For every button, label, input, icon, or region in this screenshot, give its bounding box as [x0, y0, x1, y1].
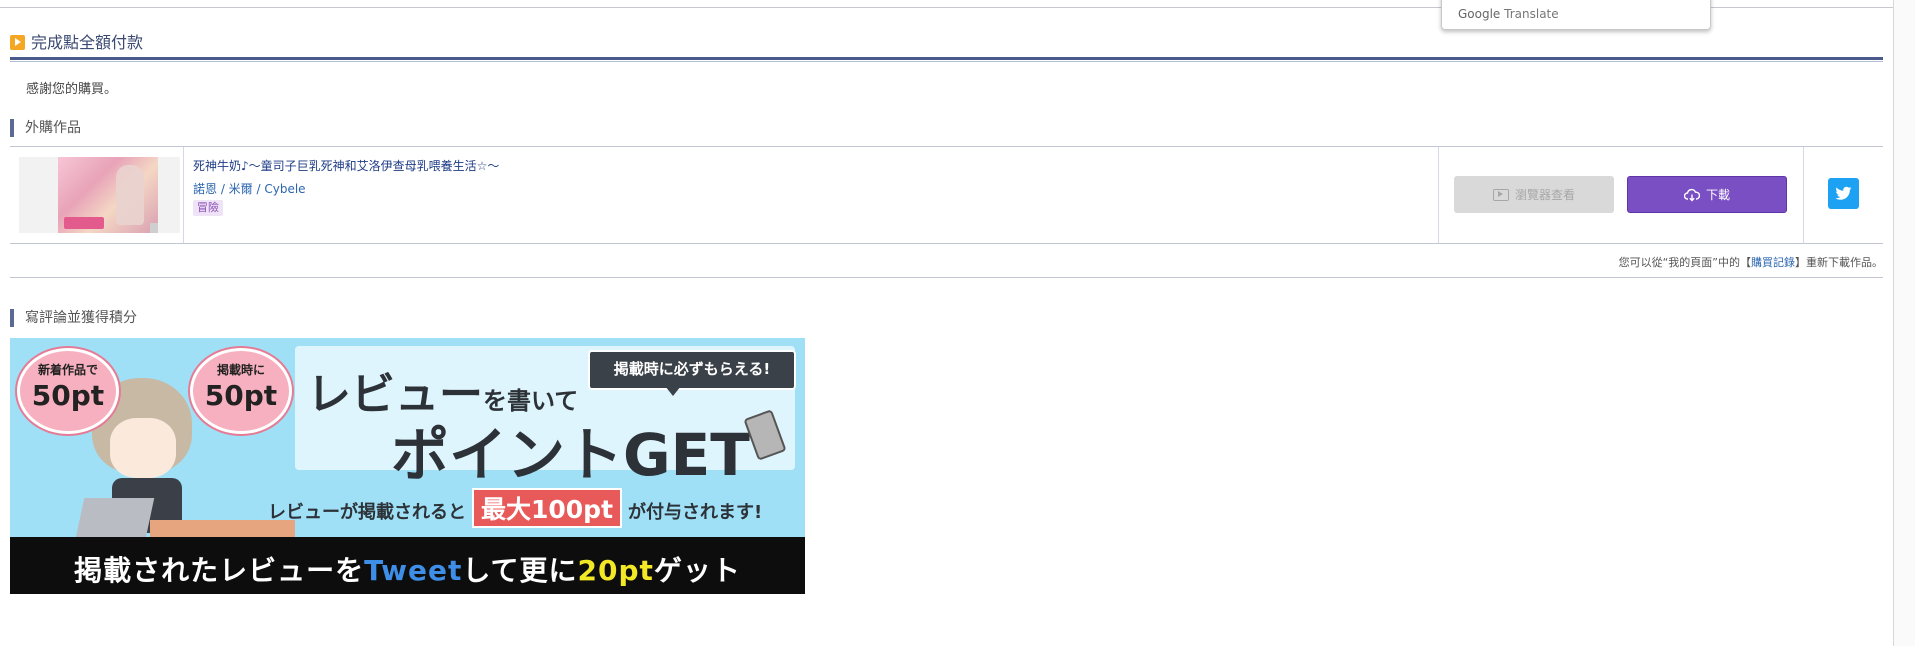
publish-bubble: 掲載時に 50pt [190, 348, 292, 434]
google-translate-popup[interactable]: Google Translate [1441, 0, 1711, 30]
tweet-points: 20pt [577, 554, 654, 587]
work-cover-image[interactable] [58, 157, 158, 233]
tweet-prefix: 掲載されたレビューを [74, 554, 365, 587]
tweet-bonus-line: 掲載されたレビューをTweetして更に20ptゲット [10, 549, 805, 589]
cover-corner [150, 223, 158, 233]
callout-bubble: 掲載時に必ずもらえる! [588, 350, 796, 390]
note-prefix: 您可以從“我的頁面”中的【 [1618, 256, 1751, 269]
note-divider [10, 277, 1883, 278]
new-work-bubble: 新着作品で 50pt [17, 348, 119, 434]
twitter-share-button[interactable] [1828, 178, 1859, 209]
laptop-illustration [75, 498, 155, 538]
browser-view-label: 瀏覽器查看 [1514, 188, 1575, 202]
thanks-message: 感謝您的購買。 [26, 82, 118, 97]
tweet-suffix: ゲット [653, 554, 741, 587]
review-points-banner[interactable]: 新着作品で 50pt 掲載時に 50pt レビューを書いて ポイントGET 掲載… [10, 338, 805, 594]
character-face [110, 418, 176, 478]
cloud-download-icon [1683, 188, 1700, 201]
work-thumbnail[interactable] [19, 157, 180, 233]
download-button[interactable]: 下載 [1627, 176, 1787, 213]
play-icon [10, 35, 25, 50]
cell-divider [183, 147, 184, 243]
cover-character [116, 165, 144, 225]
twitter-icon [1835, 186, 1852, 200]
section-marker [10, 119, 14, 137]
work-title-link[interactable]: 死神牛奶♪～童司子巨乳死神和艾洛伊查母乳喂養生活☆～ [193, 157, 499, 174]
headline-point-get: ポイントGET [391, 421, 750, 489]
heading-rule-thin [10, 61, 1883, 62]
redownload-note: 您可以從“我的頁面”中的【購買記錄】重新下載作品。 [1619, 254, 1883, 270]
bubble-left-caption: 新着作品で [37, 363, 98, 377]
note-suffix: 】重新下載作品。 [1795, 256, 1883, 269]
download-label: 下載 [1705, 188, 1730, 202]
cell-divider [1438, 147, 1439, 243]
callout-tail [665, 386, 681, 396]
max-suffix: が付与されます! [628, 502, 763, 523]
google-translate-label: Google Translate [1458, 7, 1559, 21]
bubble-right-points: 50pt [204, 379, 278, 412]
tweet-word: Tweet [364, 554, 463, 587]
max-points-line: レビューが掲載されると 最大100pt が付与されます! [268, 488, 762, 528]
section-marker [10, 309, 14, 327]
purchase-history-link[interactable]: 購買記錄 [1751, 256, 1795, 269]
bubble-right-caption: 掲載時に [216, 363, 265, 377]
page-title: 完成點全額付款 [31, 33, 144, 52]
heading-rule [10, 57, 1883, 60]
max-points-highlight: 最大100pt [472, 488, 623, 528]
play-icon [1492, 188, 1509, 201]
google-brand: Google [1458, 7, 1501, 21]
cell-divider [1803, 147, 1804, 243]
genre-tag[interactable]: 冒險 [193, 200, 223, 216]
work-creators[interactable]: 諾恩 / 米爾 / Cybele [193, 180, 306, 197]
max-prefix: レビューが掲載されると [268, 502, 466, 523]
cover-badge [64, 217, 104, 229]
browser-view-button[interactable]: 瀏覽器查看 [1454, 176, 1614, 213]
bubble-left-points: 50pt [31, 379, 105, 412]
translate-text: Translate [1504, 7, 1559, 21]
purchased-section-title: 外購作品 [25, 120, 81, 136]
review-section-title: 寫評論並獲得積分 [25, 310, 137, 326]
tweet-mid: して更に [462, 554, 578, 587]
scrollbar-track[interactable] [1894, 0, 1915, 646]
